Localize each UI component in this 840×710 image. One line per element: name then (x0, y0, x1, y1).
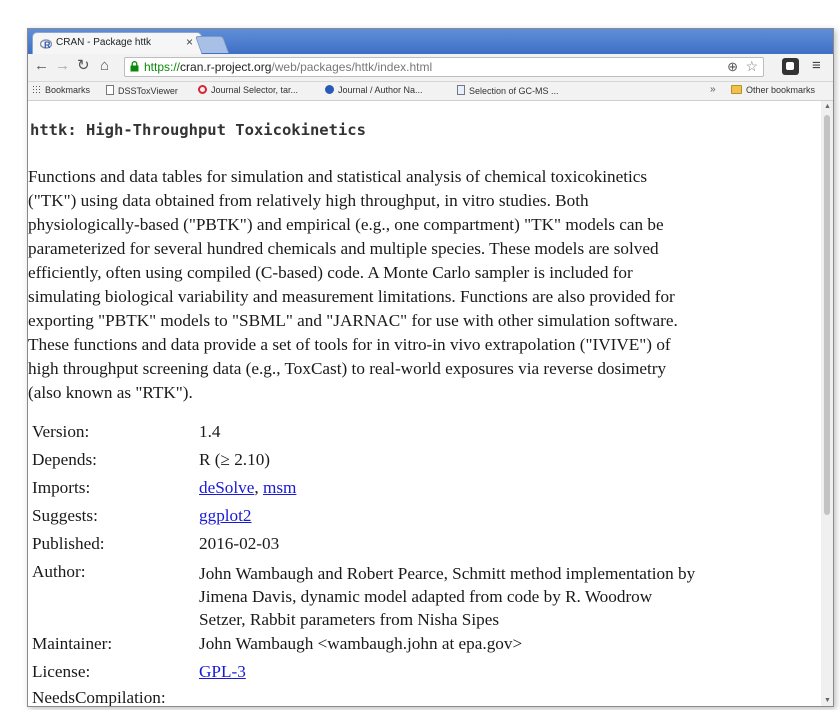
lock-icon (130, 61, 139, 72)
bookmark-item[interactable]: Bookmarks (32, 85, 90, 95)
scrollbar-thumb[interactable] (824, 115, 830, 515)
gpl3-link[interactable]: GPL-3 (199, 662, 246, 681)
imports-value: deSolve, msm (199, 478, 297, 497)
reload-icon[interactable]: ↻ (77, 58, 90, 74)
new-tab-button[interactable] (194, 36, 230, 53)
tab-title: CRAN - Package httk (56, 37, 152, 48)
scroll-down-icon[interactable]: ▼ (824, 697, 831, 704)
suggests-value: ggplot2 (199, 506, 252, 526)
extension-icon[interactable] (782, 58, 799, 75)
home-icon[interactable]: ⌂ (100, 58, 109, 74)
description-line: simulating biological variability and me… (28, 287, 675, 306)
author-label: Author: (32, 562, 86, 581)
needs-compilation-label: NeedsCompilation: (32, 688, 166, 706)
folder-icon (731, 85, 742, 94)
published-label: Published: (32, 534, 105, 553)
vertical-scrollbar[interactable]: ▲ ▼ (821, 101, 833, 706)
maintainer-value: John Wambaugh <wambaugh.john at epa.gov> (199, 634, 523, 653)
published-value: 2016-02-03 (199, 534, 280, 553)
imports-label: Imports: (32, 478, 91, 497)
description-line: ("TK") using data obtained from relative… (28, 191, 589, 210)
tab-strip: R CRAN - Package httk × (28, 29, 833, 54)
tab-close-icon[interactable]: × (186, 35, 193, 49)
description-line: exporting "PBTK" models to "SBML" and "J… (28, 311, 678, 330)
zoom-icon[interactable]: ⊕ (727, 59, 738, 75)
circle-icon (325, 85, 334, 94)
description-line: physiologically-based ("PBTK") and empir… (28, 215, 664, 234)
r-logo-icon: R (40, 39, 52, 50)
suggests-label: Suggests: (32, 506, 98, 525)
author-value: John Wambaugh and Robert Pearce, Schmitt… (199, 564, 696, 629)
description-line: Functions and data tables for simulation… (28, 167, 648, 186)
bookmark-star-icon[interactable]: ☆ (745, 58, 758, 75)
description-line: high throughput screening data (e.g., To… (28, 359, 667, 378)
page-icon (457, 85, 465, 95)
version-label: Version: (32, 422, 90, 441)
browser-window: R CRAN - Package httk × ← → ↻ ⌂ https://… (27, 28, 834, 707)
description-line: efficiently, often using compiled (C-bas… (28, 263, 633, 282)
journal-icon (198, 85, 207, 94)
back-icon[interactable]: ← (34, 58, 49, 74)
ggplot2-link[interactable]: ggplot2 (199, 506, 252, 525)
page-icon (106, 85, 114, 95)
bookmark-item[interactable]: DSSToxViewer (106, 85, 178, 96)
page-content: httk: High-Throughput Toxicokinetics Fun… (28, 101, 821, 706)
maintainer-label: Maintainer: (32, 634, 113, 653)
forward-icon[interactable]: → (55, 58, 70, 74)
bookmarks-bar: Bookmarks DSSToxViewer Journal Selector,… (28, 82, 833, 101)
description-line: parameterized for several hundred chemic… (28, 239, 659, 258)
address-bar[interactable]: https://cran.r-project.org/web/packages/… (124, 57, 764, 77)
license-label: License: (32, 662, 91, 681)
version-value: 1.4 (199, 422, 221, 441)
other-bookmarks[interactable]: Other bookmarks (731, 85, 815, 95)
menu-icon[interactable]: ≡ (812, 57, 821, 74)
scroll-up-icon[interactable]: ▲ (824, 103, 831, 110)
apps-icon (32, 85, 41, 94)
navigation-bar: ← → ↻ ⌂ https://cran.r-project.org/web/p… (28, 54, 833, 82)
description-line: These functions and data provide a set o… (28, 335, 671, 354)
description-line: (also known as "RTK"). (28, 383, 193, 402)
page-title: httk: High-Throughput Toxicokinetics (30, 121, 366, 139)
bookmark-item[interactable]: Selection of GC-MS ... (457, 85, 559, 96)
bookmark-item[interactable]: Journal / Author Na... (325, 85, 423, 95)
bookmarks-overflow-icon[interactable]: » (710, 84, 716, 95)
bookmark-item[interactable]: Journal Selector, tar... (198, 85, 298, 95)
desolve-link[interactable]: deSolve (199, 478, 254, 497)
url-text: https://cran.r-project.org/web/packages/… (144, 60, 433, 74)
msm-link[interactable]: msm (263, 478, 296, 497)
depends-value: R (≥ 2.10) (199, 450, 271, 469)
license-value: GPL-3 (199, 662, 246, 682)
package-description: Functions and data tables for simulation… (28, 165, 821, 405)
depends-label: Depends: (32, 450, 97, 469)
browser-tab[interactable]: R CRAN - Package httk × (32, 32, 202, 54)
svg-text:R: R (44, 40, 51, 50)
